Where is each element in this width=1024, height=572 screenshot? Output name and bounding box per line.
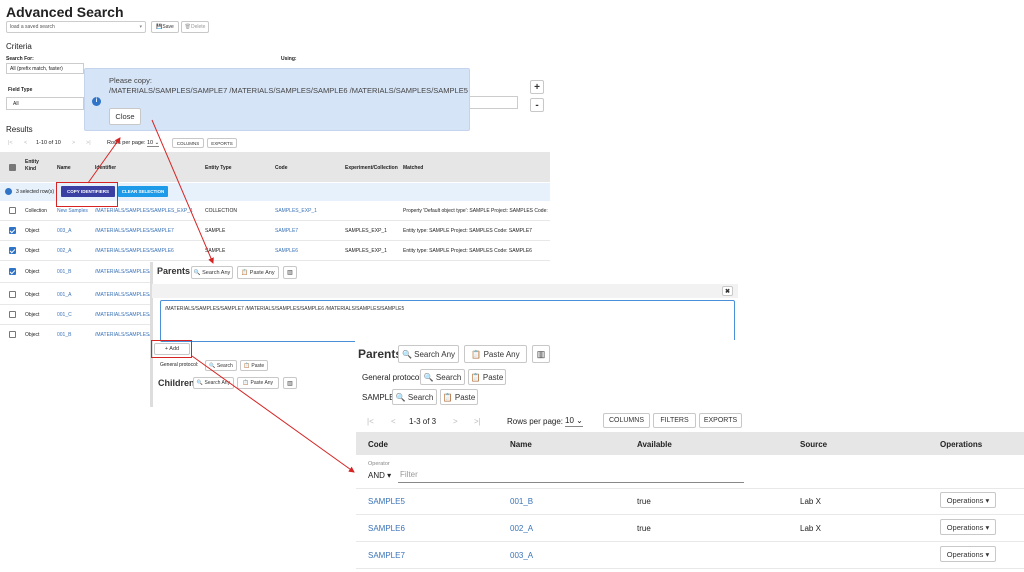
annotation-arrows	[87, 119, 355, 473]
arrow-to-dialog	[87, 137, 121, 184]
arrow-to-parents-table	[191, 355, 355, 473]
arrow-to-paste-panel	[151, 119, 214, 264]
